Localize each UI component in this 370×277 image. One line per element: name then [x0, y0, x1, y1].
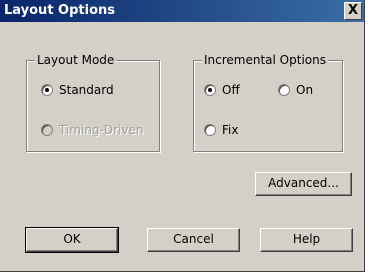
radio-standard-indicator[interactable] — [41, 84, 53, 96]
incremental-options-group: Incremental Options Off On Fix — [193, 52, 343, 152]
radio-on-label: On — [296, 83, 314, 97]
radio-fix-indicator[interactable] — [204, 124, 216, 136]
radio-on-indicator[interactable] — [278, 84, 290, 96]
layout-mode-group: Layout Mode Standard Timing-Driven — [26, 52, 160, 152]
radio-timing-driven-label: Timing-Driven — [59, 123, 144, 137]
radio-fix-label: Fix — [222, 123, 239, 137]
ok-button[interactable]: OK — [25, 227, 119, 253]
radio-timing-driven: Timing-Driven — [41, 123, 143, 137]
radio-on[interactable]: On — [278, 83, 313, 97]
radio-off-indicator[interactable] — [204, 84, 216, 96]
incremental-options-legend: Incremental Options — [202, 52, 328, 68]
layout-options-dialog: Layout Options X Layout Mode Standard Ti… — [0, 0, 365, 272]
radio-fix[interactable]: Fix — [204, 123, 238, 137]
dialog-title: Layout Options — [4, 3, 116, 18]
advanced-button[interactable]: Advanced... — [255, 172, 352, 196]
close-icon: X — [347, 3, 359, 18]
radio-timing-driven-indicator — [41, 124, 53, 136]
radio-off-label: Off — [222, 83, 240, 97]
radio-standard-label: Standard — [59, 83, 114, 97]
layout-mode-legend: Layout Mode — [35, 52, 117, 68]
close-button[interactable]: X — [344, 2, 362, 20]
cancel-button[interactable]: Cancel — [147, 228, 240, 252]
radio-off[interactable]: Off — [204, 83, 240, 97]
title-bar[interactable]: Layout Options X — [0, 0, 364, 22]
radio-standard[interactable]: Standard — [41, 83, 114, 97]
help-button[interactable]: Help — [260, 228, 353, 252]
